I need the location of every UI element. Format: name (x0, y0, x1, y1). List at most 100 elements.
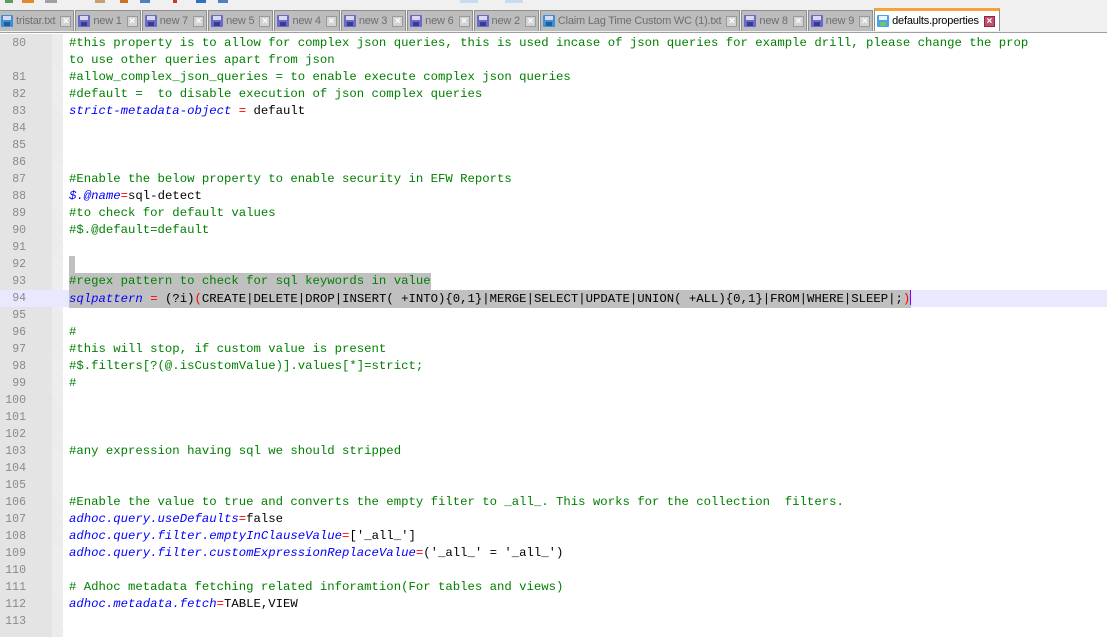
tab-new-1[interactable]: new 1 × (75, 10, 141, 31)
toolbar-icon[interactable] (120, 0, 128, 3)
code-line[interactable]: 98 #$.filters[?(@.isCustomValue)].values[… (0, 358, 1107, 375)
close-icon[interactable]: × (726, 15, 738, 27)
line-number: 89 (12, 207, 26, 220)
tab-claim-lag-time-custom-wc-1-txt[interactable]: Claim Lag Time Custom WC (1).txt × (539, 10, 741, 31)
close-icon[interactable]: × (259, 15, 271, 27)
code-line[interactable]: 92 (0, 256, 1107, 273)
tab-new-8[interactable]: new 8 × (741, 10, 807, 31)
floppy-save-icon (343, 15, 356, 27)
toolbar-icon[interactable] (5, 0, 13, 3)
code-line[interactable]: 111 # Adhoc metadata fetching related inf… (0, 579, 1107, 596)
code-line[interactable]: 80 #this property is to allow for complex… (0, 35, 1107, 52)
toolbar-icon[interactable] (45, 0, 57, 3)
tab-label: Claim Lag Time Custom WC (1).txt (557, 15, 722, 27)
code-line[interactable]: to use other queries apart from json (0, 52, 1107, 69)
tab-new-2[interactable]: new 2 × (473, 10, 539, 31)
code-text: # (69, 324, 76, 341)
code-text: adhoc.query.filter.emptyInClauseValue=['… (69, 528, 416, 545)
token-comment: #Enable the below property to enable sec… (69, 172, 512, 186)
floppy-save-icon (1, 15, 13, 27)
toolbar-icon[interactable] (196, 0, 206, 3)
code-line[interactable]: 85 (0, 137, 1107, 154)
tab-new-6[interactable]: new 6 × (407, 10, 473, 31)
code-text: adhoc.query.filter.customExpressionRepla… (69, 545, 563, 562)
code-line[interactable]: 90 #$.@default=default (0, 222, 1107, 239)
code-line[interactable]: 106 #Enable the value to true and convert… (0, 494, 1107, 511)
code-line[interactable]: 87 #Enable the below property to enable s… (0, 171, 1107, 188)
close-icon[interactable]: × (859, 15, 871, 27)
toolbar-icon[interactable] (505, 0, 523, 3)
tab-bar: tristar.txt × new 1 × new 7 × new 5 × new 4 × new … (0, 7, 1107, 33)
code-text: #allow_complex_json_queries = to enable … (69, 69, 571, 86)
code-line[interactable]: 103 #any expression having sql we should … (0, 443, 1107, 460)
code-line[interactable]: 84 (0, 120, 1107, 137)
line-number: 81 (12, 71, 26, 84)
close-icon[interactable]: × (325, 15, 337, 27)
code-line[interactable]: 112 adhoc.metadata.fetch=TABLE,VIEW (0, 596, 1107, 613)
code-line[interactable]: 83 strict-metadata-object = default (0, 103, 1107, 120)
close-icon[interactable]: × (60, 15, 72, 27)
editor[interactable]: 80 #this property is to allow for complex… (0, 34, 1107, 637)
close-icon[interactable]: × (524, 15, 536, 27)
line-number: 113 (5, 615, 26, 628)
code-text: adhoc.metadata.fetch=TABLE,VIEW (69, 596, 298, 613)
toolbar-icon[interactable] (22, 0, 34, 3)
code-text: sqlpattern = (?i)(CREATE|DELETE|DROP|INS… (69, 290, 912, 308)
tab-new-7[interactable]: new 7 × (141, 10, 208, 31)
code-line[interactable]: 101 (0, 409, 1107, 426)
toolbar-icon[interactable] (95, 0, 105, 3)
toolbar-icon[interactable] (218, 0, 228, 3)
code-text: $.@name=sql-detect (69, 188, 202, 205)
code-line[interactable]: 99 # (0, 375, 1107, 392)
token-comment: #Enable the value to true and converts t… (69, 495, 844, 509)
code-line[interactable]: 95 (0, 307, 1107, 324)
code-line[interactable]: 94 sqlpattern = (?i)(CREATE|DELETE|DROP|I… (0, 290, 1107, 308)
selection-marker (69, 256, 75, 273)
close-icon[interactable]: × (193, 15, 205, 27)
close-icon[interactable]: × (458, 15, 470, 27)
token-key: sqlpattern (69, 292, 151, 306)
code-line[interactable]: 113 (0, 613, 1107, 630)
line-number: 101 (5, 411, 26, 424)
token-key: adhoc.query.filter.emptyInClauseValue (69, 529, 343, 543)
editor-lines[interactable]: 80 #this property is to allow for complex… (0, 35, 1107, 630)
code-line[interactable]: 82 #default = to disable execution of jso… (0, 86, 1107, 103)
code-line[interactable]: 102 (0, 426, 1107, 443)
toolbar-icon[interactable] (173, 0, 177, 3)
code-line[interactable]: 108 adhoc.query.filter.emptyInClauseValue… (0, 528, 1107, 545)
code-line[interactable]: 88 $.@name=sql-detect (0, 188, 1107, 205)
token-val: TABLE,VIEW (223, 597, 298, 611)
tab-defaults-properties[interactable]: defaults.properties × (874, 8, 1000, 31)
token-key: adhoc.query.useDefaults (69, 512, 239, 526)
code-line[interactable]: 91 (0, 239, 1107, 256)
code-line[interactable]: 105 (0, 477, 1107, 494)
line-number: 110 (5, 564, 26, 577)
toolbar-icon[interactable] (140, 0, 150, 3)
code-text: #$.@default=default (69, 222, 209, 239)
tab-tristar-txt[interactable]: tristar.txt × (0, 10, 75, 31)
tab-label: tristar.txt (16, 15, 56, 27)
code-line[interactable]: 100 (0, 392, 1107, 409)
code-line[interactable]: 109 adhoc.query.filter.customExpressionRe… (0, 545, 1107, 562)
code-line[interactable]: 86 (0, 154, 1107, 171)
tab-new-4[interactable]: new 4 × (274, 10, 340, 31)
code-line[interactable]: 110 (0, 562, 1107, 579)
code-line[interactable]: 89 #to check for default values (0, 205, 1107, 222)
tab-new-3[interactable]: new 3 × (340, 10, 407, 31)
line-number: 98 (12, 360, 26, 373)
tab-new-9[interactable]: new 9 × (807, 10, 874, 31)
close-icon[interactable]: × (392, 15, 404, 27)
tab-new-5[interactable]: new 5 × (208, 10, 274, 31)
close-icon[interactable]: × (792, 15, 804, 27)
code-line[interactable]: 104 (0, 460, 1107, 477)
code-line[interactable]: 107 adhoc.query.useDefaults=false (0, 511, 1107, 528)
close-icon[interactable]: × (126, 15, 138, 27)
token-comment: # Adhoc metadata fetching related infora… (69, 580, 564, 594)
code-line[interactable]: 97 #this will stop, if custom value is pr… (0, 341, 1107, 358)
close-icon[interactable]: × (983, 15, 995, 27)
toolbar-icon[interactable] (460, 0, 478, 3)
code-line[interactable]: 96 # (0, 324, 1107, 341)
code-line[interactable]: 81 #allow_complex_json_queries = to enabl… (0, 69, 1107, 86)
code-line[interactable]: 93 #regex pattern to check for sql keywor… (0, 273, 1107, 290)
floppy-save-icon (277, 15, 290, 27)
